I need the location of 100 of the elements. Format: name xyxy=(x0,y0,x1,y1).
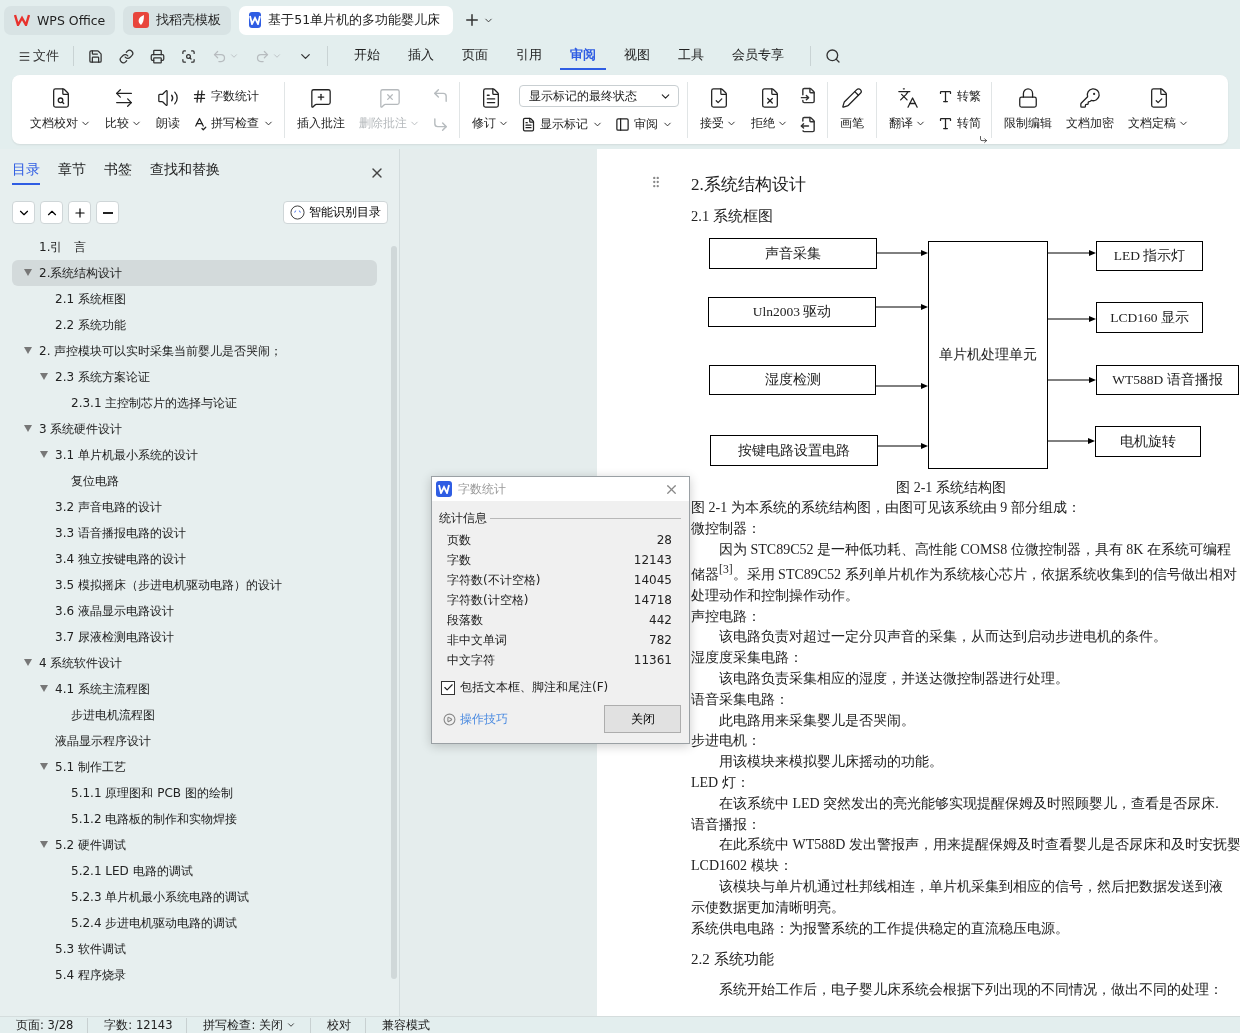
diagram-node: LED 指示灯 xyxy=(1096,241,1203,271)
menu-tab[interactable]: 开始 xyxy=(344,42,390,70)
ribbon-button[interactable]: 文档校对 xyxy=(26,85,95,134)
toc-item[interactable]: 5.2.3 单片机最小系统电路的调试 xyxy=(12,884,377,910)
expand-icon[interactable] xyxy=(24,658,32,668)
ribbon-button[interactable]: 朗读 xyxy=(152,85,184,134)
link-icon[interactable] xyxy=(117,46,136,66)
toc-item[interactable]: 3.2 声音电路的设计 xyxy=(12,494,377,520)
toc-item[interactable]: 2.3.1 主控制芯片的选择与论证 xyxy=(12,390,377,416)
ribbon-button[interactable]: 审阅 xyxy=(613,115,675,134)
toc-item[interactable]: 4 系统软件设计 xyxy=(12,650,377,676)
ribbon-button[interactable]: 限制编辑 xyxy=(1000,85,1056,134)
minus-icon xyxy=(102,211,113,214)
ribbon-button[interactable]: 接受 xyxy=(696,85,741,134)
ribbon-button[interactable]: 拒绝 xyxy=(747,85,792,134)
arrow xyxy=(875,383,928,389)
menu-tab[interactable]: 页面 xyxy=(452,42,498,70)
toc-item[interactable]: 3 系统硬件设计 xyxy=(12,416,377,442)
stat-value: 12143 xyxy=(633,553,672,567)
text-line: 图 2-1 为本系统的系统结构图，由图可见该系统由 9 部分组成： xyxy=(691,499,1082,517)
expand-icon[interactable] xyxy=(40,684,48,694)
diagram-node: WT588D 语音播报 xyxy=(1096,365,1239,395)
comment-delete-icon xyxy=(378,87,401,109)
toc-item[interactable]: 3.1 单片机最小系统的设计 xyxy=(12,442,377,468)
ribbon-button[interactable]: 转繁 xyxy=(936,86,983,106)
ribbon-button[interactable]: 拼写检查 xyxy=(190,113,276,133)
toc-item[interactable]: 4.1 系统主流程图 xyxy=(12,676,377,702)
smart-toc-button[interactable]: 智能识别目录 xyxy=(283,201,388,224)
ribbon-button[interactable]: 翻译 xyxy=(885,85,930,134)
toc-item[interactable]: 液晶显示程序设计 xyxy=(12,728,377,754)
pane-tab[interactable]: 查找和替换 xyxy=(150,161,220,185)
expand-all-button[interactable] xyxy=(12,201,35,224)
window-tab[interactable]: 找稻壳模板 xyxy=(123,5,232,35)
toc-item[interactable]: 3.6 液晶显示电路设计 xyxy=(12,598,377,624)
toc-item[interactable]: 3.7 尿液检测电路设计 xyxy=(12,624,377,650)
ribbon-button[interactable]: 显示标记 xyxy=(519,115,605,134)
expand-icon[interactable] xyxy=(40,762,48,772)
file-menu-button[interactable]: 文件 xyxy=(16,45,61,67)
checkbox[interactable] xyxy=(441,680,455,695)
toc-item[interactable]: 2.3 系统方案论证 xyxy=(12,364,377,390)
pane-tab[interactable]: 章节 xyxy=(58,161,86,185)
toc-item[interactable]: 复位电路 xyxy=(12,468,377,494)
launcher-icon[interactable] xyxy=(979,134,988,144)
toc-item[interactable]: 5.2.1 LED 电路的调试 xyxy=(12,858,377,884)
toc-item[interactable]: 5.2 硬件调试 xyxy=(12,832,377,858)
expand-icon[interactable] xyxy=(24,268,32,278)
toc-item[interactable]: 1.引 言 xyxy=(12,234,377,260)
translate-icon xyxy=(896,87,919,109)
document-logo-icon xyxy=(249,12,262,28)
ribbon-button[interactable]: 比较 xyxy=(101,85,146,134)
ribbon-button[interactable]: 文档定稿 xyxy=(1124,85,1193,134)
ribbon-button[interactable]: 字数统计 xyxy=(190,86,261,106)
expand-icon[interactable] xyxy=(24,424,32,434)
menu-tab[interactable]: 引用 xyxy=(506,42,552,70)
ribbon-button[interactable]: 插入批注 xyxy=(293,85,349,134)
add-button[interactable] xyxy=(68,201,91,224)
toc-item[interactable]: 2. 声控模块可以实时采集当前婴儿是否哭闹； xyxy=(12,338,377,364)
menu-tab[interactable]: 会员专享 xyxy=(722,42,794,70)
window-tab[interactable]: WPS Office xyxy=(4,5,116,35)
diagram-node: LCD160 显示 xyxy=(1096,302,1203,333)
expand-icon[interactable] xyxy=(40,372,48,382)
menu-tab[interactable]: 视图 xyxy=(614,42,660,70)
spellcheck-icon xyxy=(192,115,207,131)
text-convert-icon xyxy=(938,88,953,104)
window-tab[interactable]: 基于51单片机的多功能婴儿床 xyxy=(239,5,454,35)
toc-item[interactable]: 2.1 系统框图 xyxy=(12,286,377,312)
pane-tab[interactable]: 书签 xyxy=(104,161,132,185)
toc-item[interactable]: 3.5 模拟摇床（步进电机驱动电路）的设计 xyxy=(12,572,377,598)
markup-select[interactable]: 显示标记的最终状态 xyxy=(519,85,679,107)
lock-icon xyxy=(1017,87,1039,109)
menu-tab[interactable]: 插入 xyxy=(398,42,444,70)
expand-icon[interactable] xyxy=(40,450,48,460)
ribbon-button[interactable]: 画笔 xyxy=(836,85,868,134)
toc-item[interactable]: 5.4 程序烧录 xyxy=(12,962,377,988)
toc-item[interactable]: 2.系统结构设计 xyxy=(12,260,377,286)
collapse-all-button[interactable] xyxy=(40,201,63,224)
remove-button[interactable] xyxy=(96,201,119,224)
toc-item[interactable]: 3.4 独立按键电路的设计 xyxy=(12,546,377,572)
menu-tab[interactable]: 审阅 xyxy=(560,42,606,70)
toc-item[interactable]: 5.1.1 原理图和 PCB 图的绘制 xyxy=(12,780,377,806)
group-label: 统计信息 xyxy=(439,509,487,527)
stat-label: 中文字符 xyxy=(447,651,495,669)
toc-item[interactable]: 3.3 语音播报电路的设计 xyxy=(12,520,377,546)
toc-item[interactable]: 5.3 软件调试 xyxy=(12,936,377,962)
arrow xyxy=(877,443,928,449)
toc-item[interactable]: 步进电机流程图 xyxy=(12,702,377,728)
toc-item[interactable]: 2.2 系统功能 xyxy=(12,312,377,338)
expand-icon[interactable] xyxy=(40,840,48,850)
menu-tab[interactable]: 工具 xyxy=(668,42,714,70)
toc-item[interactable]: 5.2.4 步进电机驱动电路的调试 xyxy=(12,910,377,936)
toc-item[interactable]: 5.1 制作工艺 xyxy=(12,754,377,780)
close-button[interactable]: 关闭 xyxy=(604,705,681,733)
stat-value: 28 xyxy=(656,533,672,547)
ribbon-button[interactable]: 文档加密 xyxy=(1062,85,1118,134)
pane-tab[interactable]: 目录 xyxy=(12,161,40,185)
expand-icon[interactable] xyxy=(24,346,32,356)
ribbon-button[interactable]: 转简 xyxy=(936,113,983,133)
ribbon-button[interactable]: 修订 xyxy=(468,85,513,134)
status-dropdown[interactable]: 拼写检查: 关闭 xyxy=(187,1017,311,1033)
toc-item[interactable]: 5.1.2 电路板的制作和实物焊接 xyxy=(12,806,377,832)
